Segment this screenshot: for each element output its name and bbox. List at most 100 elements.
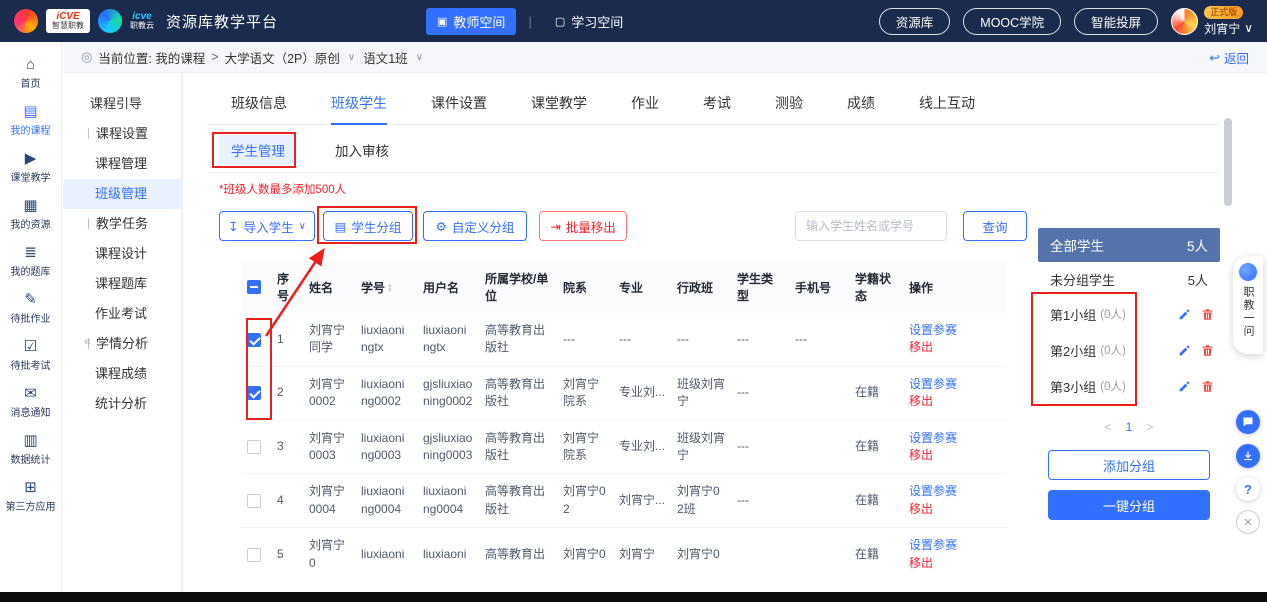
page-number[interactable]: 1 [1126,420,1133,434]
set-contest-link[interactable]: 设置参赛 [909,537,1001,554]
tab-quiz[interactable]: 测验 [775,93,803,124]
cell-student-name[interactable]: 刘宵宁0 [303,528,355,573]
tab-exam[interactable]: 考试 [703,93,731,124]
feedback-chat-icon[interactable] [1236,410,1260,434]
menu-item-course-management[interactable]: 课程管理 [63,149,181,179]
edit-icon[interactable] [1178,344,1191,357]
close-float-icon[interactable]: ✕ [1236,510,1260,534]
tab-online-interaction[interactable]: 线上互动 [919,93,975,124]
nav-teacher-space[interactable]: ▣ 教师空间 [426,8,516,35]
table-row: 4 刘宵宁0004 liuxiaoning0004 liuxiaoning000… [241,474,1007,528]
subtab-student-management[interactable]: 学生管理 [219,135,297,165]
sidebar-item-my-courses[interactable]: ▤我的课程 [0,97,61,144]
sidebar-label: 待批作业 [11,310,51,325]
row-checkbox[interactable] [247,440,261,454]
vertical-scrollbar[interactable] [1224,118,1232,206]
menu-item-homework-exam[interactable]: 作业考试 [63,299,181,329]
tab-grades[interactable]: 成绩 [847,93,875,124]
sidebar-item-statistics[interactable]: ▥数据统计 [0,426,61,473]
help-icon[interactable]: ? [1236,477,1260,501]
smart-cast-button[interactable]: 智能投屏 [1074,8,1158,35]
tab-classroom-teaching[interactable]: 课堂教学 [531,93,587,124]
sidebar-item-my-resources[interactable]: ▦我的资源 [0,191,61,238]
sidebar-item-exam-review[interactable]: ☑待批考试 [0,332,61,379]
group-item[interactable]: 第1小组 (0人) [1038,296,1220,332]
chart-icon: ▥ [23,433,37,449]
group-item[interactable]: 第3小组 (0人) [1038,368,1220,404]
back-button[interactable]: ↩ 返回 [1210,48,1250,67]
import-students-button[interactable]: ↧ 导入学生 ∨ [219,211,315,241]
menu-item-course-grades[interactable]: 课程成绩 [63,359,181,389]
set-contest-link[interactable]: 设置参赛 [909,483,1001,500]
subtab-join-review[interactable]: 加入审核 [323,135,401,165]
sidebar-item-question-bank[interactable]: ≣我的题库 [0,238,61,285]
cell-department: --- [557,313,613,366]
download-float-icon[interactable] [1236,444,1260,468]
sidebar-collapse-icon[interactable]: « [84,334,91,348]
all-students-item[interactable]: 全部学生 5人 [1038,228,1220,262]
menu-item-course-design[interactable]: 课程设计 [63,239,181,269]
delete-icon[interactable] [1201,380,1214,393]
remove-link[interactable]: 移出 [909,501,1001,518]
prev-page-icon[interactable]: < [1105,420,1112,434]
edit-icon[interactable] [1178,380,1191,393]
tab-class-info[interactable]: 班级信息 [231,93,287,124]
menu-item-class-management[interactable]: 班级管理 [63,179,181,209]
button-label: 学生分组 [351,217,401,236]
delete-icon[interactable] [1201,344,1214,357]
menu-item-course-question-bank[interactable]: 课程题库 [63,269,181,299]
sidebar-item-classroom-teaching[interactable]: ▶课堂教学 [0,144,61,191]
auto-group-button[interactable]: 一键分组 [1048,490,1210,520]
chevron-down-icon[interactable]: ∨ [348,52,355,63]
cell-student-name[interactable]: 刘宵宁0004 [303,474,355,528]
sidebar-item-notifications[interactable]: ✉消息通知 [0,379,61,426]
tab-courseware-settings[interactable]: 课件设置 [431,93,487,124]
custom-grouping-button[interactable]: ⚙ 自定义分组 [423,211,527,241]
tab-homework[interactable]: 作业 [631,93,659,124]
set-contest-link[interactable]: 设置参赛 [909,322,1001,339]
cell-student-name[interactable]: 刘宵宁同学 [303,313,355,366]
remove-link[interactable]: 移出 [909,393,1001,410]
next-page-icon[interactable]: > [1146,420,1153,434]
student-grouping-button[interactable]: ▤ 学生分组 [323,211,413,241]
remove-link[interactable]: 移出 [909,339,1001,356]
col-header-sortable[interactable]: 学号▴▾ [355,261,417,313]
menu-item-course-guide[interactable]: 课程引导 [63,89,181,119]
student-search-input[interactable] [795,211,947,241]
set-contest-link[interactable]: 设置参赛 [909,376,1001,393]
query-button[interactable]: 查询 [963,211,1027,241]
button-label: 批量移出 [566,217,616,236]
menu-item-statistical-analysis[interactable]: 统计分析 [63,389,181,419]
tab-class-students[interactable]: 班级学生 [331,93,387,124]
sidebar-item-homework-review[interactable]: ✎待批作业 [0,285,61,332]
class-selector[interactable]: 语文1班 [363,48,407,67]
mooc-college-button[interactable]: MOOC学院 [963,8,1061,35]
course-selector[interactable]: 大学语文（2P）原创 [225,48,340,67]
cell-student-name[interactable]: 刘宵宁0003 [303,420,355,474]
cell-student-name[interactable]: 刘宵宁0002 [303,366,355,420]
sidebar-item-third-party-apps[interactable]: ⊞第三方应用 [0,473,61,520]
resource-library-button[interactable]: 资源库 [879,8,951,35]
ungrouped-students-item[interactable]: 未分组学生 5人 [1038,262,1220,296]
edit-icon[interactable] [1178,308,1191,321]
remove-link[interactable]: 移出 [909,555,1001,572]
row-checkbox[interactable] [247,494,261,508]
row-checkbox[interactable] [247,548,261,562]
row-checkbox[interactable] [247,333,261,347]
row-checkbox[interactable] [247,386,261,400]
nav-divider: | [528,14,531,29]
batch-remove-button[interactable]: ⇥ 批量移出 [539,211,627,241]
chevron-down-icon[interactable]: ∨ [416,52,423,63]
sidebar-item-home[interactable]: ⌂首页 [0,50,61,97]
sort-icon[interactable]: ▴▾ [388,283,392,293]
user-menu[interactable]: 正式版 刘宵宁 ∨ [1171,6,1253,37]
nav-learning-space[interactable]: ▢ 学习空间 [544,8,634,35]
delete-icon[interactable] [1201,308,1214,321]
remove-link[interactable]: 移出 [909,447,1001,464]
set-contest-link[interactable]: 设置参赛 [909,430,1001,447]
add-group-button[interactable]: 添加分组 [1048,450,1210,480]
group-item[interactable]: 第2小组 (0人) [1038,332,1220,368]
zhijiao-ask-widget[interactable]: 职教一问 [1233,256,1263,354]
avatar [1171,8,1198,35]
select-all-checkbox[interactable] [247,280,261,294]
